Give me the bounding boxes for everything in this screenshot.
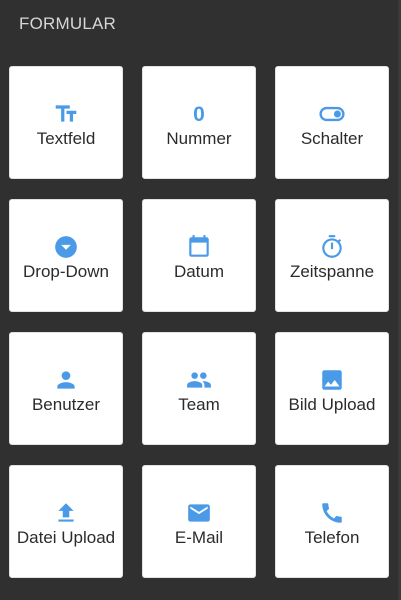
textfeld-label: Textfeld [36, 129, 96, 148]
person-icon [52, 366, 80, 394]
toggle-icon [318, 100, 346, 128]
email-tile[interactable]: E-Mail [142, 465, 256, 578]
dropdown-label: Drop-Down [23, 262, 109, 281]
datei-upload-tile[interactable]: Datei Upload [9, 465, 123, 578]
upload-icon [52, 499, 80, 527]
email-icon [185, 499, 213, 527]
telefon-tile[interactable]: Telefon [275, 465, 389, 578]
timer-icon [318, 233, 346, 261]
text-fields-icon [52, 100, 80, 128]
email-label: E-Mail [174, 528, 224, 547]
datum-tile[interactable]: Datum [142, 199, 256, 312]
calendar-icon [185, 233, 213, 261]
section-title: FORMULAR [19, 14, 116, 33]
zeitspanne-tile[interactable]: Zeitspanne [275, 199, 389, 312]
dropdown-icon [52, 233, 80, 261]
bild-upload-label: Bild Upload [288, 395, 376, 414]
phone-icon [318, 499, 346, 527]
nummer-label: Nummer [166, 129, 232, 148]
nummer-tile[interactable]: 0 Nummer [142, 66, 256, 179]
number-icon: 0 [193, 102, 205, 126]
textfeld-tile[interactable]: Textfeld [9, 66, 123, 179]
field-type-grid: Textfeld 0 Nummer Schalter Drop-Down Dat… [9, 66, 389, 578]
datum-label: Datum [173, 262, 225, 281]
dropdown-tile[interactable]: Drop-Down [9, 199, 123, 312]
datei-upload-label: Datei Upload [16, 528, 116, 547]
team-label: Team [178, 395, 220, 414]
schalter-tile[interactable]: Schalter [275, 66, 389, 179]
image-icon [318, 366, 346, 394]
group-icon [185, 366, 213, 394]
benutzer-tile[interactable]: Benutzer [9, 332, 123, 445]
bild-upload-tile[interactable]: Bild Upload [275, 332, 389, 445]
zeitspanne-label: Zeitspanne [289, 262, 375, 281]
team-tile[interactable]: Team [142, 332, 256, 445]
telefon-label: Telefon [304, 528, 360, 547]
schalter-label: Schalter [300, 129, 364, 148]
benutzer-label: Benutzer [31, 395, 101, 414]
